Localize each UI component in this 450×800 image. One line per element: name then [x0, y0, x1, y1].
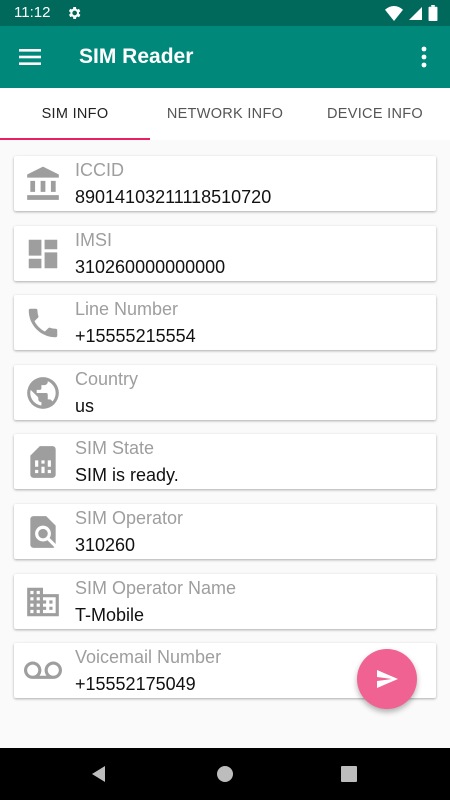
settings-gear-icon — [68, 7, 81, 19]
card-label: Country — [75, 369, 139, 389]
card-label: SIM State — [75, 438, 155, 458]
tab-sim-info[interactable]: SIM INFO — [0, 88, 150, 140]
card-label: Voicemail Number — [75, 647, 222, 667]
status-time: 11:12 — [14, 4, 51, 21]
card-value: 89014103211118510720 — [75, 187, 272, 207]
info-card-sim-operator: SIM Operator 310260 — [14, 504, 436, 559]
wifi-icon — [385, 5, 403, 21]
hamburger-menu-icon[interactable] — [18, 45, 42, 69]
card-value: T-Mobile — [75, 605, 145, 625]
find-in-page-icon — [30, 516, 56, 548]
info-card-sim-state: SIM State SIM is ready. — [14, 434, 436, 489]
dashboard-icon — [28, 239, 58, 269]
card-value: 310260 — [75, 535, 136, 555]
card-label: SIM Operator Name — [75, 578, 237, 598]
info-card-sim-operator-name: SIM Operator Name T-Mobile — [14, 574, 436, 629]
info-card-line-number: Line Number +15555215554 — [14, 295, 436, 350]
home-icon[interactable] — [215, 764, 235, 784]
card-value: us — [75, 396, 95, 416]
card-value: SIM is ready. — [75, 465, 179, 485]
status-bar: 11:12 — [0, 0, 450, 26]
recents-icon[interactable] — [339, 764, 359, 784]
info-card-imsi: IMSI 310260000000000 — [14, 226, 436, 281]
card-label: Line Number — [75, 299, 179, 319]
card-value: 310260000000000 — [75, 257, 226, 277]
send-fab-button[interactable] — [357, 649, 417, 709]
bank-icon — [27, 166, 59, 200]
tab-bar: SIM INFO NETWORK INFO DEVICE INFO — [0, 88, 450, 140]
battery-icon — [428, 5, 438, 21]
card-label: SIM Operator — [75, 508, 184, 528]
card-label: IMSI — [75, 230, 113, 250]
globe-icon — [27, 377, 59, 409]
send-icon — [377, 670, 398, 688]
sim-card-icon — [30, 446, 56, 478]
info-card-country: Country us — [14, 365, 436, 420]
app-title: SIM Reader — [79, 45, 194, 68]
tab-network-info[interactable]: NETWORK INFO — [150, 88, 300, 140]
card-value: +15552175049 — [75, 674, 196, 694]
system-nav-bar — [0, 748, 450, 800]
business-icon — [27, 587, 59, 617]
cell-signal-icon — [409, 6, 422, 20]
phone-icon — [28, 308, 58, 338]
card-value: +15555215554 — [75, 326, 196, 346]
more-options-icon[interactable] — [412, 45, 436, 69]
info-card-iccid: ICCID 89014103211118510720 — [14, 156, 436, 211]
app-bar: SIM Reader — [0, 26, 450, 88]
tab-device-info[interactable]: DEVICE INFO — [300, 88, 450, 140]
card-label: ICCID — [75, 160, 124, 180]
back-icon[interactable] — [89, 764, 109, 784]
voicemail-icon — [24, 661, 62, 679]
